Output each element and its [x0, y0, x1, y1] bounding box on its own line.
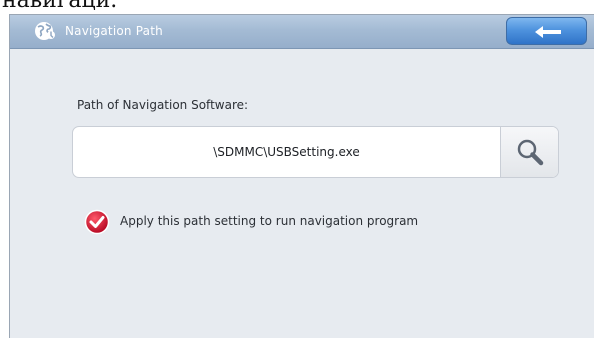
browse-button[interactable] [500, 127, 558, 177]
content-area: Path of Navigation Software: \SDMMC\USBS… [10, 49, 594, 338]
check-circle-icon [84, 209, 110, 235]
window-title: Navigation Path [65, 24, 163, 38]
apply-path-label: Apply this path setting to run navigatio… [120, 214, 419, 228]
back-button[interactable] [506, 17, 587, 45]
navigation-path-window: Navigation Path Path of Navigation Softw… [9, 14, 594, 338]
title-bar: Navigation Path [10, 15, 594, 49]
path-field[interactable]: \SDMMC\USBSetting.exe [72, 126, 559, 178]
path-label: Path of Navigation Software: [77, 98, 249, 112]
page-caption: навигаци. [0, 0, 117, 12]
globe-icon [34, 20, 56, 42]
path-value[interactable]: \SDMMC\USBSetting.exe [73, 127, 500, 177]
